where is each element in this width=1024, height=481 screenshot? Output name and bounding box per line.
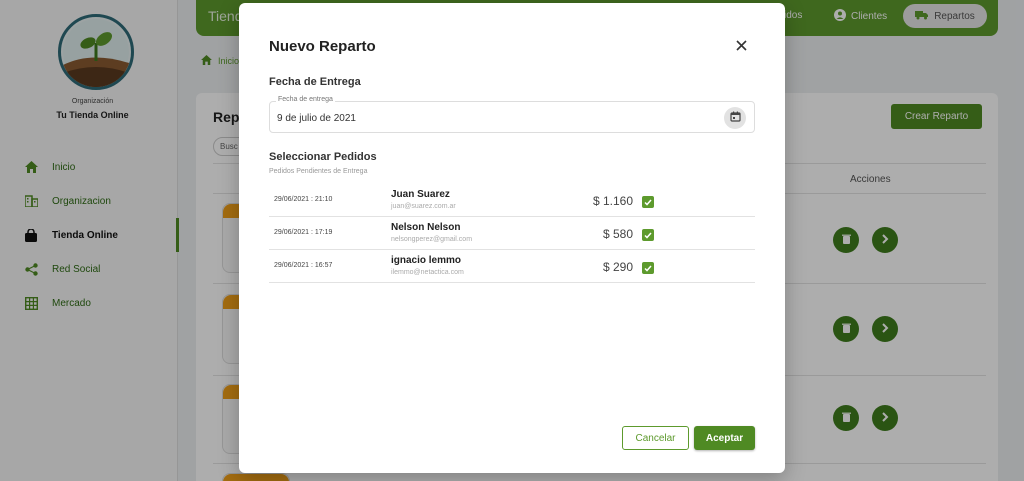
order-date: 29/06/2021 : 21:10 <box>274 196 333 203</box>
order-row[interactable]: 29/06/2021 : 21:10 Juan Suarez juan@suar… <box>269 184 755 217</box>
cancel-button[interactable]: Cancelar <box>622 426 689 450</box>
order-amount: $ 290 <box>602 260 633 274</box>
order-checkbox[interactable] <box>642 196 654 208</box>
nuevo-reparto-dialog: Nuevo Reparto Fecha de Entrega Fecha de … <box>239 3 785 473</box>
calendar-picker-button[interactable] <box>724 107 746 129</box>
order-row[interactable]: 29/06/2021 : 16:57 ignacio lemmo ilemmo@… <box>269 250 755 283</box>
accept-button[interactable]: Aceptar <box>694 426 755 450</box>
close-icon <box>735 38 747 56</box>
delivery-date-value: 9 de julio de 2021 <box>277 113 356 124</box>
orders-sublabel: Pedidos Pendientes de Entrega <box>269 168 368 175</box>
delivery-date-field[interactable]: Fecha de entrega 9 de julio de 2021 <box>269 96 755 133</box>
order-date: 29/06/2021 : 17:19 <box>274 229 333 236</box>
orders-list: 29/06/2021 : 21:10 Juan Suarez juan@suar… <box>269 184 755 283</box>
delivery-date-section-title: Fecha de Entrega <box>269 76 361 88</box>
order-customer-name: Nelson Nelson <box>391 222 461 233</box>
delivery-date-label: Fecha de entrega <box>276 96 335 103</box>
order-date: 29/06/2021 : 16:57 <box>274 262 333 269</box>
dialog-title: Nuevo Reparto <box>269 38 376 55</box>
order-customer-email: juan@suarez.com.ar <box>391 203 456 210</box>
calendar-icon <box>729 109 741 127</box>
orders-section-title: Seleccionar Pedidos <box>269 151 377 163</box>
order-amount: $ 580 <box>602 227 633 241</box>
order-customer-name: ignacio lemmo <box>391 255 462 266</box>
order-checkbox[interactable] <box>642 262 654 274</box>
close-button[interactable] <box>733 39 749 55</box>
order-row[interactable]: 29/06/2021 : 17:19 Nelson Nelson nelsong… <box>269 217 755 250</box>
order-checkbox[interactable] <box>642 229 654 241</box>
order-customer-email: ilemmo@netactica.com <box>391 269 464 276</box>
order-amount: $ 1.160 <box>592 194 633 208</box>
order-customer-email: nelsongperez@gmail.com <box>391 236 473 243</box>
order-customer-name: Juan Suarez <box>391 189 450 200</box>
